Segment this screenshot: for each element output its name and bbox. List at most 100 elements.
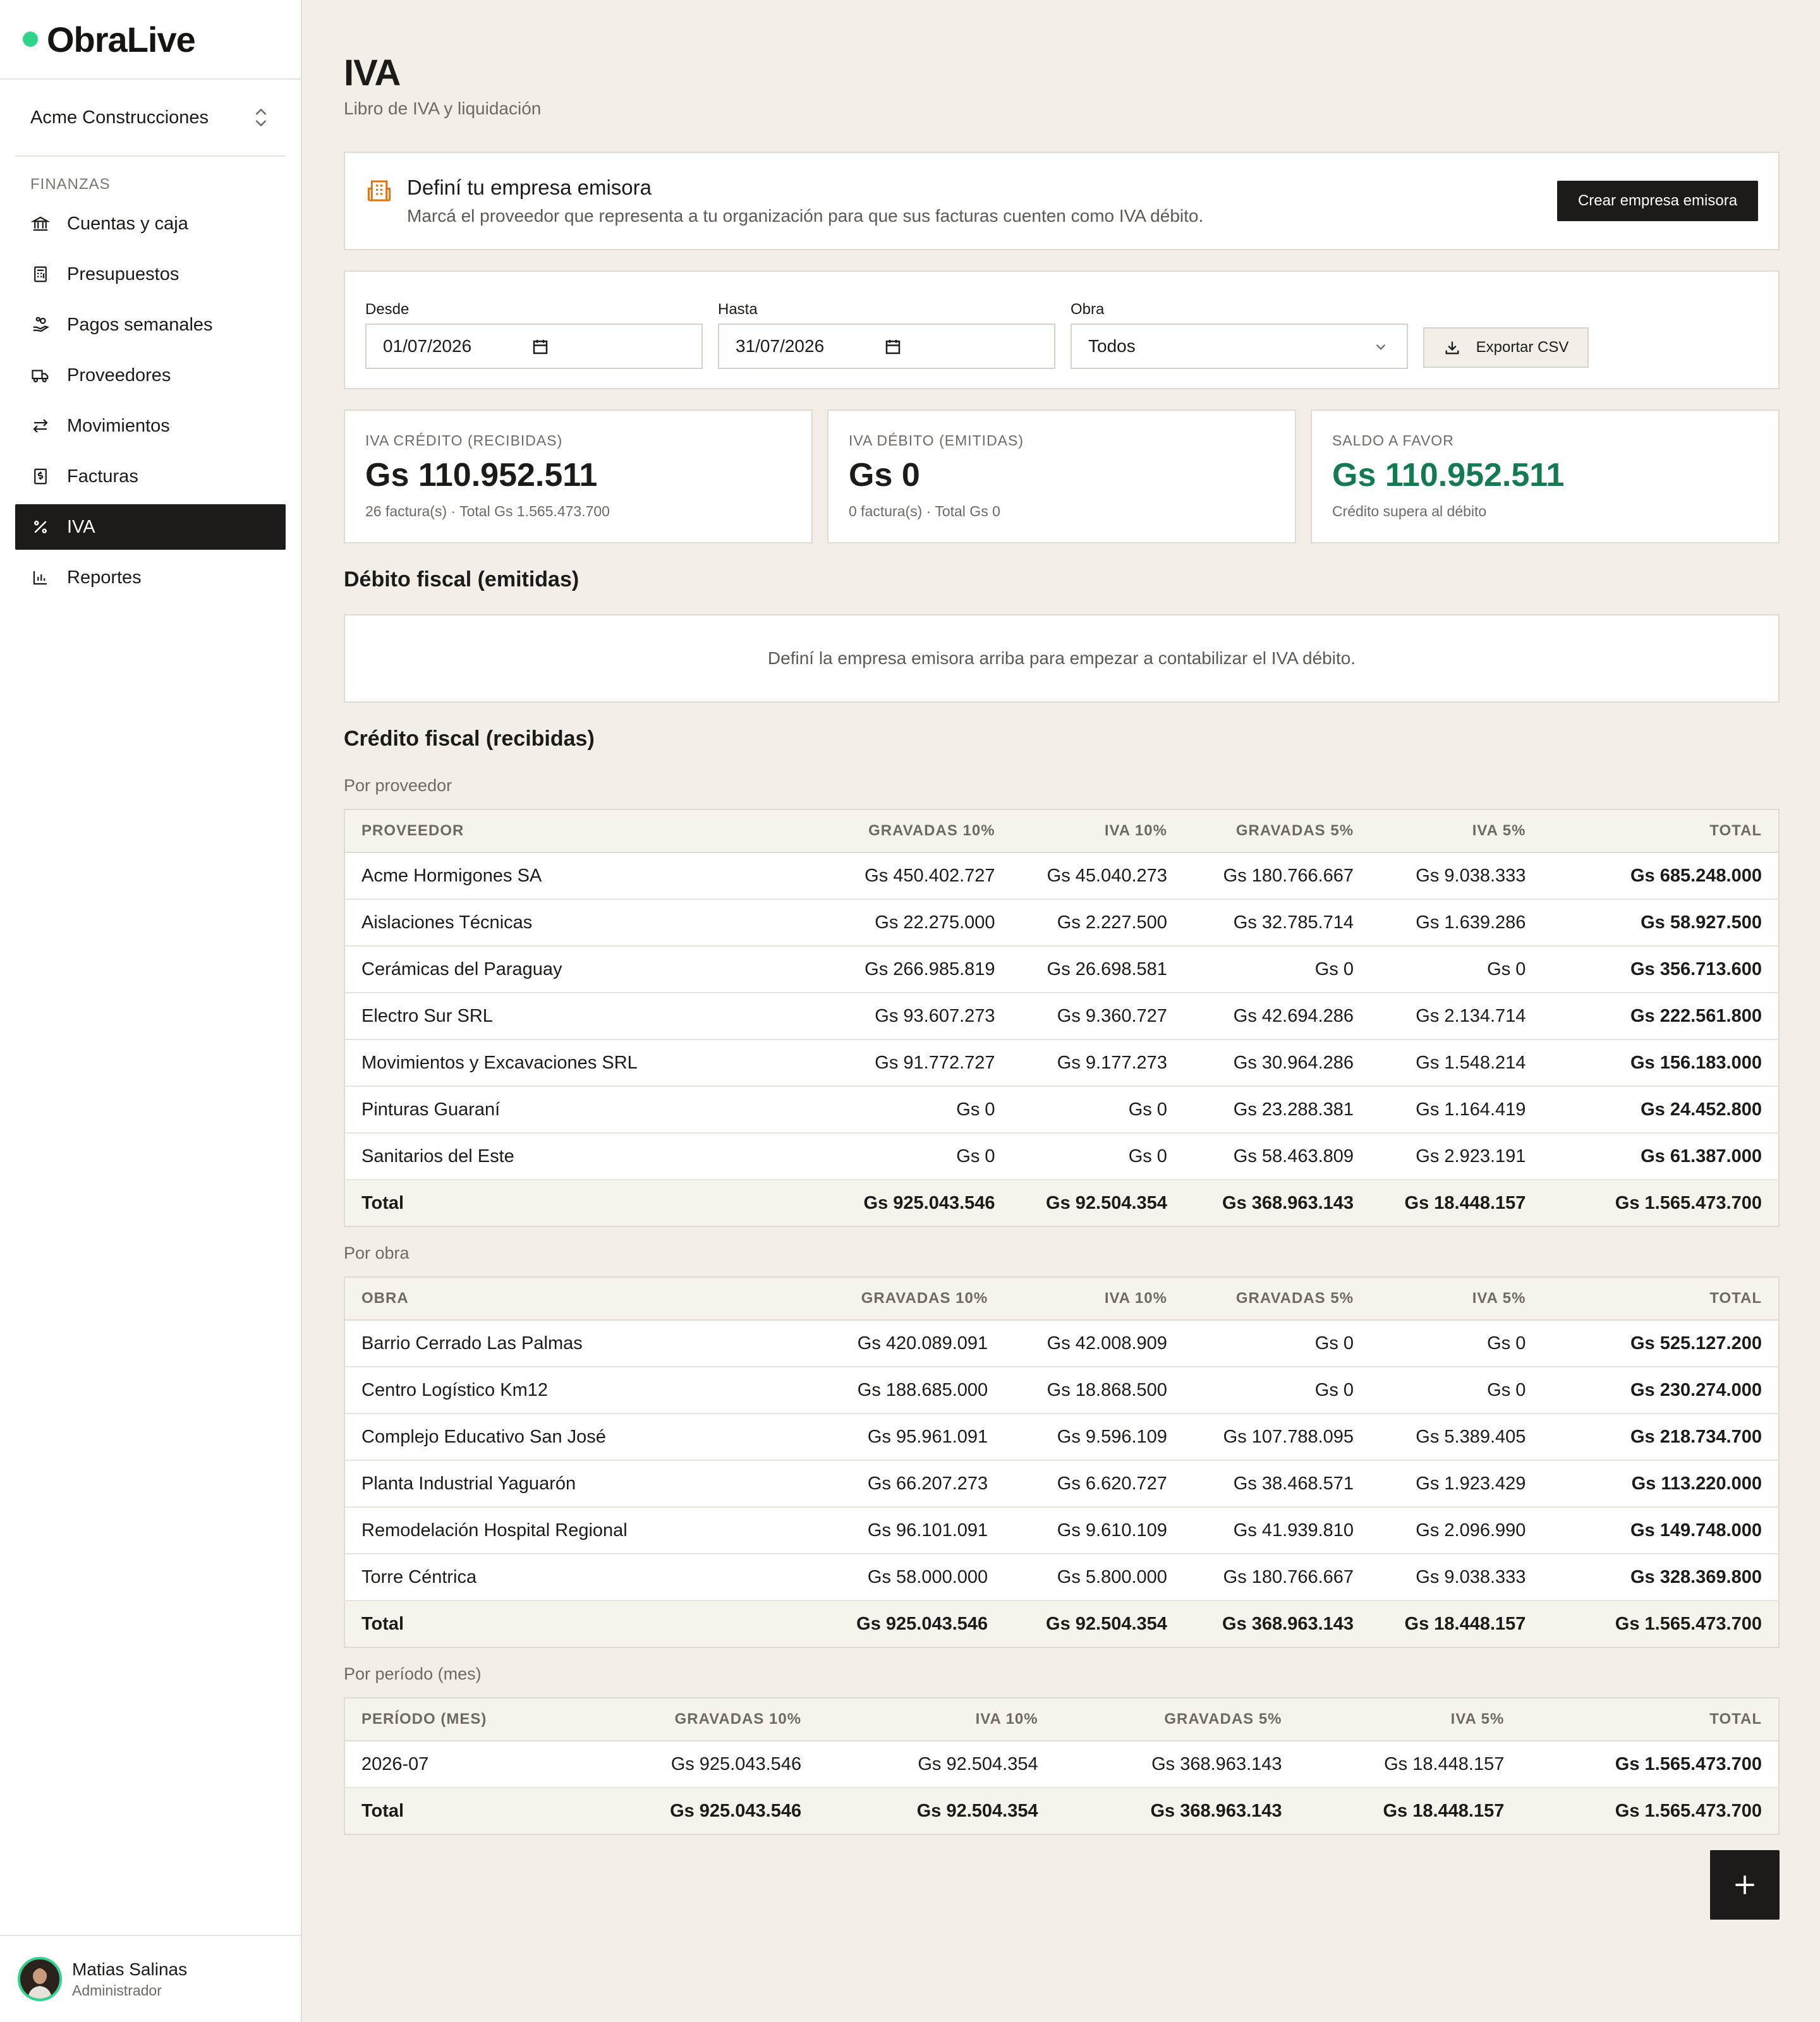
table-row[interactable]: Barrio Cerrado Las Palmas Gs 420.089.091 G… [344, 1320, 1779, 1367]
stat-label: IVA DÉBITO (EMITIDAS) [849, 432, 1024, 449]
por-periodo-label: Por período (mes) [344, 1664, 482, 1683]
table-cell: Gs 9.038.333 [1370, 1554, 1543, 1601]
table-cell: Gs 45.040.273 [1011, 852, 1184, 900]
sidebar-item-movimientos[interactable]: Movimientos [15, 403, 286, 449]
obra-value: Todos [1088, 336, 1136, 356]
bank-icon [30, 214, 51, 234]
table-cell: Gs 2.096.990 [1370, 1507, 1543, 1554]
table-total-row: Total Gs 925.043.546 Gs 92.504.354 Gs 368.9… [344, 1788, 1779, 1834]
table-cell: Gs 1.639.286 [1370, 899, 1543, 947]
sidebar-item-iva[interactable]: IVA [15, 504, 286, 550]
chevrons-up-down-icon [255, 108, 267, 127]
total-cell: Total [344, 1601, 825, 1647]
table-row[interactable]: Aislaciones Técnicas Gs 22.275.000 Gs 2.22… [344, 899, 1779, 947]
sidebar-item-facturas[interactable]: Facturas [15, 454, 286, 499]
sidebar-item-label: Pagos semanales [67, 314, 213, 335]
sidebar-item-label: Movimientos [67, 415, 170, 436]
table-cell: Electro Sur SRL [344, 993, 832, 1040]
org-switcher[interactable]: Acme Construcciones [15, 80, 286, 157]
table-cell: Gs 1.548.214 [1370, 1039, 1543, 1087]
table-row[interactable]: Sanitarios del Este Gs 0 Gs 0 Gs 58.463.809… [344, 1133, 1779, 1180]
issuer-banner: Definí tu empresa emisora Marcá el prove… [344, 152, 1780, 250]
table-cell: Gs 66.207.273 [825, 1460, 1005, 1508]
page-title: IVA [344, 52, 401, 94]
column-header: GRAVADAS 10% [825, 1277, 1005, 1321]
table-cell: Gs 420.089.091 [825, 1320, 1005, 1367]
total-cell: Gs 18.448.157 [1370, 1180, 1543, 1226]
truck-icon [30, 365, 51, 385]
sidebar-item-label: Presupuestos [67, 263, 179, 284]
por-periodo-table: PERÍODO (MES) GRAVADAS 10% IVA 10% GRAVADAS… [344, 1697, 1780, 1835]
brand-name: ObraLive [47, 19, 196, 59]
table-cell: Gs 5.800.000 [1004, 1554, 1184, 1601]
table-row[interactable]: Cerámicas del Paraguay Gs 266.985.819 Gs 2… [344, 946, 1779, 993]
table-cell: Gs 6.620.727 [1004, 1460, 1184, 1508]
table-row[interactable]: Acme Hormigones SA Gs 450.402.727 Gs 45.04… [344, 852, 1779, 900]
filters-card: Desde 01/07/2026 Hasta 31/07/2026 Obra T… [344, 270, 1780, 389]
table-row[interactable]: Electro Sur SRL Gs 93.607.273 Gs 9.360.727… [344, 993, 1779, 1040]
total-cell: Gs 18.448.157 [1298, 1788, 1521, 1834]
table-row[interactable]: 2026-07 Gs 925.043.546 Gs 92.504.354 Gs 368… [344, 1741, 1779, 1788]
avatar [18, 1957, 62, 2001]
table-row[interactable]: Pinturas Guaraní Gs 0 Gs 0 Gs 23.288.381 Gs … [344, 1086, 1779, 1134]
brand[interactable]: ObraLive [0, 0, 301, 80]
table-cell: Barrio Cerrado Las Palmas [344, 1320, 825, 1367]
table-cell: Aislaciones Técnicas [344, 899, 832, 947]
desde-date-input[interactable]: 01/07/2026 [365, 324, 703, 369]
sidebar-item-presupuestos[interactable]: Presupuestos [15, 251, 286, 297]
table-row[interactable]: Movimientos y Excavaciones SRL Gs 91.772.… [344, 1039, 1779, 1087]
table-cell: Gs 218.734.700 [1542, 1414, 1779, 1461]
total-cell: Gs 925.043.546 [588, 1788, 818, 1834]
table-cell: Gs 18.868.500 [1004, 1367, 1184, 1414]
page-subtitle: Libro de IVA y liquidación [344, 99, 542, 118]
column-header: IVA 5% [1370, 809, 1543, 853]
table-cell: Gs 149.748.000 [1542, 1507, 1779, 1554]
column-header: TOTAL [1542, 809, 1779, 853]
receipt-icon [30, 466, 51, 487]
calendar-icon[interactable] [531, 337, 550, 356]
banner-title: Definí tu empresa emisora [407, 176, 652, 199]
stat-sub: Crédito supera al débito [1332, 503, 1487, 519]
org-name: Acme Construcciones [30, 107, 209, 128]
table-row[interactable]: Torre Céntrica Gs 58.000.000 Gs 5.800.000 G… [344, 1554, 1779, 1601]
total-cell: Gs 92.504.354 [1004, 1601, 1184, 1647]
add-button[interactable] [1710, 1850, 1780, 1920]
table-cell: 2026-07 [344, 1741, 588, 1788]
table-row[interactable]: Remodelación Hospital Regional Gs 96.101.… [344, 1507, 1779, 1554]
table-row[interactable]: Centro Logístico Km12 Gs 188.685.000 Gs 18… [344, 1367, 1779, 1414]
stat-iva-credito: IVA CRÉDITO (RECIBIDAS) Gs 110.952.511 2… [344, 409, 813, 543]
table-cell: Gs 93.607.273 [832, 993, 1012, 1040]
table-header-row: OBRA GRAVADAS 10% IVA 10% GRAVADAS 5% IVA 5%… [344, 1277, 1779, 1321]
table-cell: Centro Logístico Km12 [344, 1367, 825, 1414]
table-cell: Gs 18.448.157 [1298, 1741, 1521, 1788]
obra-select[interactable]: Todos [1071, 324, 1408, 369]
table-row[interactable]: Complejo Educativo San José Gs 95.961.091… [344, 1414, 1779, 1461]
column-header: IVA 10% [1004, 1277, 1184, 1321]
hasta-date-input[interactable]: 31/07/2026 [718, 324, 1055, 369]
stat-sub: 26 factura(s) · Total Gs 1.565.473.700 [365, 503, 610, 519]
calendar-icon[interactable] [883, 337, 902, 356]
brand-dot-icon [23, 32, 38, 47]
por-proveedor-label: Por proveedor [344, 776, 452, 795]
arrows-left-right-icon [30, 416, 51, 436]
user-menu[interactable]: Matias Salinas Administrador [0, 1935, 301, 2022]
export-csv-button[interactable]: Exportar CSV [1423, 327, 1589, 368]
table-cell: Gs 5.389.405 [1370, 1414, 1543, 1461]
table-cell: Gs 23.288.381 [1183, 1086, 1371, 1134]
sidebar-item-proveedores[interactable]: Proveedores [15, 353, 286, 398]
table-total-row: Total Gs 925.043.546 Gs 92.504.354 Gs 368.9… [344, 1601, 1779, 1647]
sidebar: ObraLive Acme Construcciones FINANZAS Cu… [0, 0, 302, 2022]
por-obra-table: OBRA GRAVADAS 10% IVA 10% GRAVADAS 5% IVA 5%… [344, 1276, 1780, 1648]
table-row[interactable]: Planta Industrial Yaguarón Gs 66.207.273 G… [344, 1460, 1779, 1508]
sidebar-item-pagos-semanales[interactable]: Pagos semanales [15, 302, 286, 348]
sidebar-item-cuentas[interactable]: Cuentas y caja [15, 201, 286, 246]
table-cell: Gs 0 [1011, 1086, 1184, 1134]
nav-section-label: FINANZAS [30, 176, 111, 193]
sidebar-item-reportes[interactable]: Reportes [15, 555, 286, 600]
create-issuer-button[interactable]: Crear empresa emisora [1557, 181, 1758, 221]
nav: Cuentas y caja Presupuestos Pagos semana… [0, 201, 301, 600]
column-header: PERÍODO (MES) [344, 1698, 588, 1741]
debito-empty-text: Definí la empresa emisora arriba para em… [767, 648, 1356, 668]
column-header: GRAVADAS 5% [1054, 1698, 1299, 1741]
table-cell: Gs 2.227.500 [1011, 899, 1184, 947]
